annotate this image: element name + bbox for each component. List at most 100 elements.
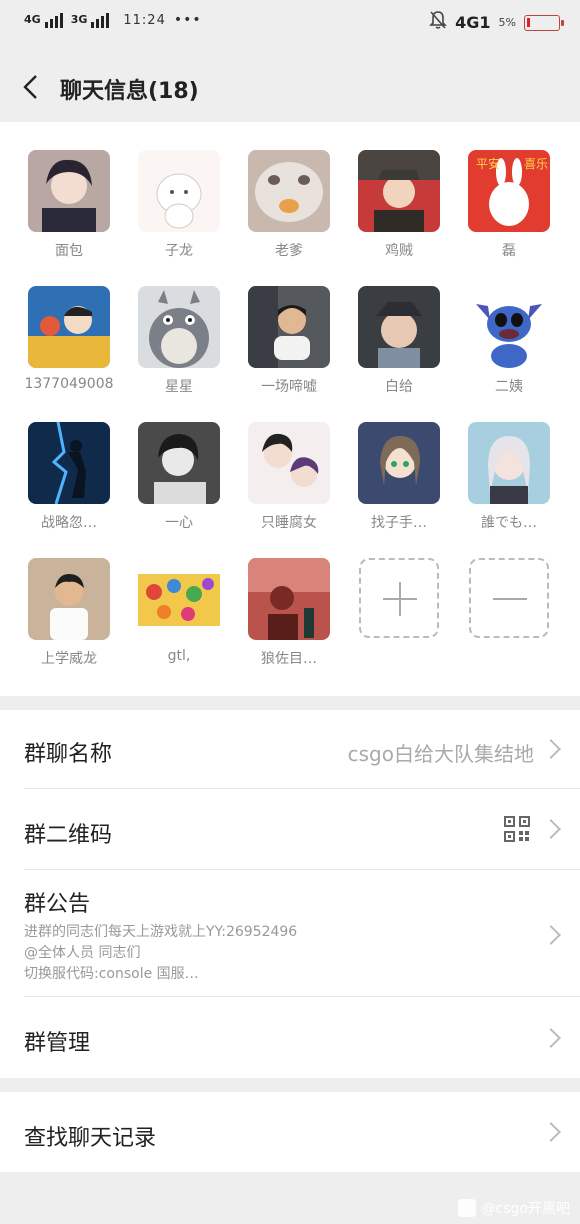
anime-boy-avatar bbox=[28, 150, 110, 232]
member-name: 只睡腐女 bbox=[261, 515, 317, 531]
member-name: 鸡贼 bbox=[385, 243, 413, 259]
page-title: 聊天信息(18) bbox=[60, 79, 199, 104]
network-type-label: 4G bbox=[24, 12, 41, 26]
group-name-row[interactable]: 群聊名称 csgo白给大队集结地 bbox=[0, 710, 580, 788]
cartoon-cat-avatar bbox=[138, 150, 220, 232]
member-name: 上学威龙 bbox=[41, 651, 97, 667]
search-history-row[interactable]: 查找聊天记录 bbox=[0, 1092, 580, 1172]
member-name: 二姨 bbox=[495, 379, 523, 395]
status-bar: 4G 3G 11:24 ••• 4G1 5% bbox=[0, 0, 580, 52]
chevron-right-icon bbox=[541, 739, 561, 759]
member-item[interactable]: 老爹 bbox=[239, 150, 339, 260]
member-item[interactable]: 鸡贼 bbox=[349, 150, 449, 260]
kid-photo-avatar bbox=[28, 558, 110, 640]
member-name: 星星 bbox=[165, 379, 193, 395]
battery-icon bbox=[524, 14, 564, 31]
member-item[interactable]: 1377049008 bbox=[19, 286, 119, 392]
section-divider bbox=[0, 1078, 580, 1092]
member-item[interactable]: 一心 bbox=[129, 422, 229, 532]
group-name-label: 群聊名称 bbox=[24, 742, 113, 767]
status-time: 11:24 bbox=[123, 12, 166, 28]
member-name: 子龙 bbox=[165, 243, 193, 259]
dark-warrior-avatar bbox=[28, 422, 110, 504]
group-manage-row[interactable]: 群管理 bbox=[0, 997, 580, 1078]
search-history-label: 查找聊天记录 bbox=[24, 1126, 157, 1151]
member-name: 誰でも… bbox=[481, 515, 537, 531]
member-item[interactable]: 白给 bbox=[349, 286, 449, 396]
qr-code-label: 群二维码 bbox=[24, 823, 113, 848]
chevron-right-icon bbox=[541, 1028, 561, 1048]
plus-icon bbox=[359, 558, 439, 638]
member-item[interactable]: 子龙 bbox=[129, 150, 229, 260]
anime-soldier-avatar bbox=[358, 150, 440, 232]
silver-hair-anime-avatar bbox=[468, 422, 550, 504]
chevron-right-icon bbox=[541, 925, 561, 945]
totoro-avatar bbox=[138, 286, 220, 368]
member-item[interactable]: 找子手… bbox=[349, 422, 449, 532]
member-item[interactable]: 战略忽… bbox=[19, 422, 119, 532]
announcement-line: 切换服代码:console 国服… bbox=[24, 966, 199, 982]
battery-percent: 5% bbox=[498, 16, 516, 29]
member-name: 战略忽… bbox=[41, 515, 97, 531]
member-name: 狼佐目… bbox=[261, 651, 317, 667]
watermark: @csgo开黑吧 bbox=[457, 1198, 570, 1218]
signal-icon: 4G bbox=[24, 12, 63, 28]
member-item[interactable]: 誰でも… bbox=[459, 422, 559, 532]
group-manage-label: 群管理 bbox=[24, 1031, 91, 1056]
qr-code-icon bbox=[504, 816, 530, 842]
chevron-right-icon bbox=[541, 819, 561, 839]
member-name: 1377049008 bbox=[24, 376, 114, 392]
anime-duo-avatar bbox=[248, 422, 330, 504]
signal-icon-2: 3G bbox=[70, 12, 110, 28]
member-item[interactable]: 只睡腐女 bbox=[239, 422, 339, 532]
baby-photo-avatar bbox=[358, 286, 440, 368]
announcement-row[interactable]: 群公告 进群的同志们每天上游戏就上YY:26952496 @全体人员 同志们 切… bbox=[0, 870, 580, 996]
anime-girl-green-avatar bbox=[358, 422, 440, 504]
bell-muted-icon bbox=[429, 10, 448, 35]
announcement-label: 群公告 bbox=[24, 892, 91, 917]
remove-member-button[interactable] bbox=[459, 558, 559, 638]
colorful-collage-avatar bbox=[138, 558, 220, 640]
member-name: 面包 bbox=[55, 243, 83, 259]
member-name: 磊 bbox=[502, 243, 516, 259]
new-year-rabbit-avatar: 平安 喜乐 bbox=[468, 150, 550, 232]
announcement-line: @全体人员 同志们 bbox=[24, 945, 141, 961]
child-photo-avatar bbox=[248, 286, 330, 368]
section-divider bbox=[0, 696, 580, 710]
member-name: gtl, bbox=[167, 648, 191, 664]
settings-list: 群聊名称 csgo白给大队集结地 群二维码 群公告 进群的同志们每天上游戏就上Y… bbox=[0, 710, 580, 1078]
announcement-line: 进群的同志们每天上游戏就上YY:26952496 bbox=[24, 924, 298, 940]
minus-icon bbox=[469, 558, 549, 638]
stitch-avatar bbox=[468, 286, 550, 368]
member-item[interactable]: 狼佐目… bbox=[239, 558, 339, 668]
qr-code-row[interactable]: 群二维码 bbox=[0, 789, 580, 869]
member-item[interactable]: 星星 bbox=[129, 286, 229, 396]
member-name: 一场啼嘘 bbox=[261, 379, 317, 395]
detective-anime-avatar bbox=[28, 286, 110, 368]
member-item[interactable]: 面包 bbox=[19, 150, 119, 260]
announcement-text: 进群的同志们每天上游戏就上YY:26952496 @全体人员 同志们 切换服代码… bbox=[24, 922, 504, 985]
svg-text:平安: 平安 bbox=[476, 156, 500, 171]
member-name: 一心 bbox=[165, 515, 193, 531]
member-item[interactable]: 一场啼嘘 bbox=[239, 286, 339, 396]
group-name-value: csgo白给大队集结地 bbox=[347, 742, 534, 766]
member-item[interactable]: 上学威龙 bbox=[19, 558, 119, 668]
member-item[interactable]: 平安 喜乐 磊 bbox=[459, 150, 559, 260]
mono-anime-avatar bbox=[138, 422, 220, 504]
red-tone-photo-avatar bbox=[248, 558, 330, 640]
search-history-inner: 查找聊天记录 bbox=[0, 1092, 580, 1172]
watermark-text: @csgo开黑吧 bbox=[481, 1201, 570, 1217]
chevron-right-icon bbox=[541, 1122, 561, 1142]
member-item[interactable]: 二姨 bbox=[459, 286, 559, 396]
network-type-label-2: 3G bbox=[70, 12, 88, 26]
network-4g-label: 4G1 bbox=[455, 13, 491, 32]
svg-text:喜乐: 喜乐 bbox=[524, 157, 548, 171]
add-member-button[interactable] bbox=[349, 558, 449, 638]
back-arrow-icon[interactable] bbox=[20, 74, 44, 100]
member-name: 老爹 bbox=[275, 243, 303, 259]
member-name: 白给 bbox=[385, 379, 413, 395]
member-item[interactable]: gtl, bbox=[129, 558, 229, 664]
more-dots-icon: ••• bbox=[173, 12, 202, 28]
cat-photo-avatar bbox=[248, 150, 330, 232]
tieba-logo-icon bbox=[457, 1199, 476, 1217]
